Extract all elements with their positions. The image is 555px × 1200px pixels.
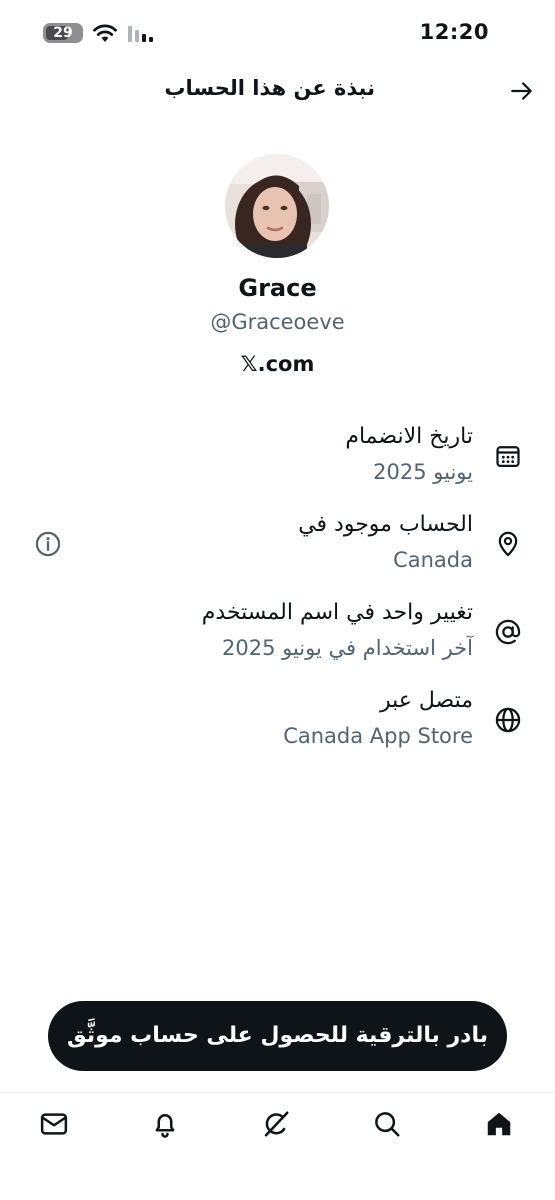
back-button[interactable] <box>507 76 537 106</box>
nav-home[interactable] <box>484 1109 514 1139</box>
joined-value: يونيو 2025 <box>373 460 473 484</box>
avatar[interactable] <box>225 154 329 258</box>
battery-level: 29 <box>53 25 73 41</box>
globe-icon <box>495 707 521 733</box>
home-icon <box>487 1112 511 1136</box>
info-row-joined: تاريخ الانضمام يونيو 2025 <box>0 424 555 494</box>
grok-icon <box>264 1111 289 1137</box>
location-value: Canada <box>393 548 473 572</box>
nav-messages[interactable] <box>39 1109 69 1139</box>
battery-icon: 29 <box>43 23 83 43</box>
at-sign-icon <box>495 619 521 645</box>
location-pin-icon <box>498 531 518 557</box>
status-bar: 29 12:20 <box>0 0 555 64</box>
connected-via-label: متصل عبر <box>379 688 473 713</box>
profile-handle: @Graceoeve <box>210 310 345 334</box>
location-info-button[interactable] <box>34 530 62 558</box>
nav-grok[interactable] <box>261 1109 291 1139</box>
bell-icon <box>155 1114 175 1138</box>
username-change-label: تغيير واحد في اسم المستخدم <box>201 600 473 625</box>
signal-icon <box>128 26 153 42</box>
mail-icon <box>40 1113 68 1135</box>
nav-search[interactable] <box>372 1109 402 1139</box>
profile-site: 𝕏.com <box>240 352 315 376</box>
username-change-value: آخر استخدام في يونيو 2025 <box>221 636 473 660</box>
info-row-connected: متصل عبر Canada App Store <box>0 688 555 758</box>
avatar-photo <box>225 154 329 258</box>
calendar-icon <box>496 446 520 468</box>
location-label: الحساب موجود في <box>298 512 473 537</box>
info-row-location: الحساب موجود في Canada <box>0 512 555 582</box>
status-time: 12:20 <box>419 20 489 44</box>
search-icon <box>375 1112 400 1137</box>
arrow-right-icon <box>511 82 532 100</box>
page-title: نبذة عن هذا الحساب <box>164 76 375 100</box>
profile-name: Grace <box>238 274 317 302</box>
nav-notifications[interactable] <box>150 1109 180 1139</box>
connected-via-value: Canada App Store <box>283 724 473 748</box>
upgrade-verified-button[interactable]: بادر بالترقية للحصول على حساب موثَّق <box>48 1001 507 1071</box>
upgrade-verified-label: بادر بالترقية للحصول على حساب موثَّق <box>67 1023 488 1048</box>
top-bar: نبذة عن هذا الحساب <box>0 64 555 116</box>
wifi-icon <box>93 24 117 42</box>
info-icon <box>35 531 61 557</box>
joined-label: تاريخ الانضمام <box>345 424 473 449</box>
info-row-username: تغيير واحد في اسم المستخدم آخر استخدام ف… <box>0 600 555 670</box>
bottom-nav <box>0 1092 555 1200</box>
